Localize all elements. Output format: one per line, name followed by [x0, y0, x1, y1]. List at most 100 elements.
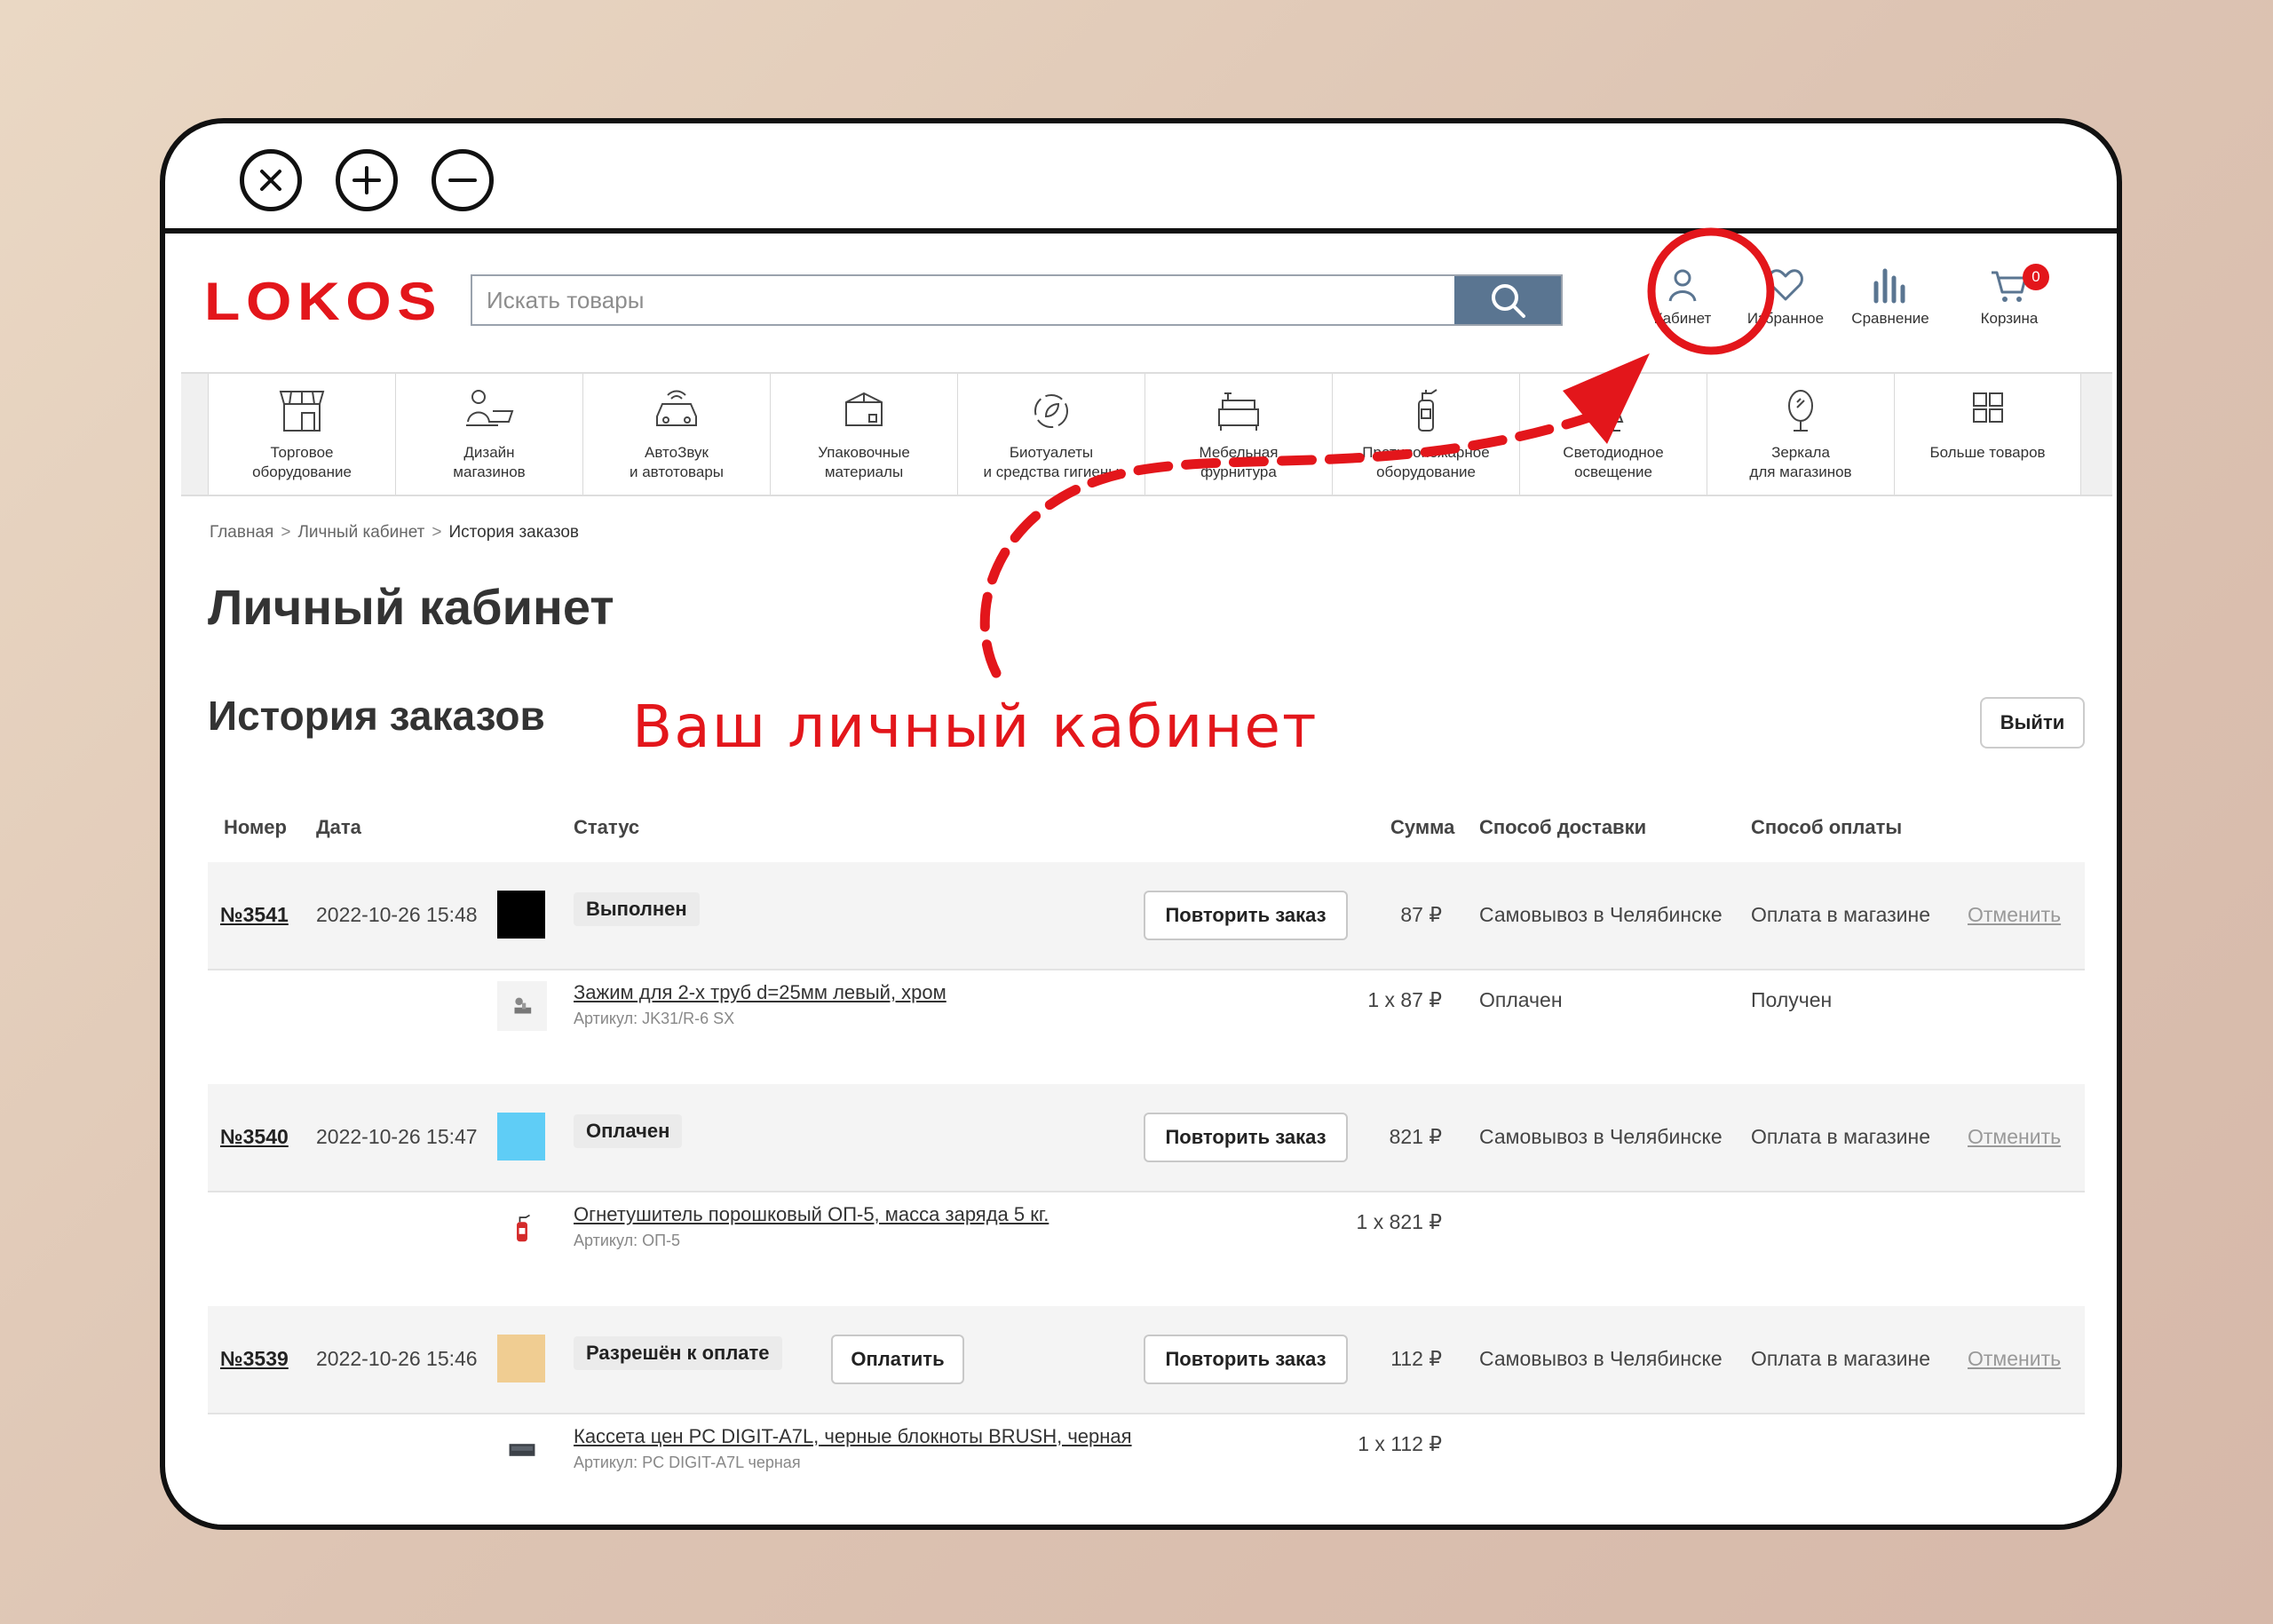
window-chrome — [165, 123, 2117, 234]
repeat-order-button[interactable]: Повторить заказ — [1144, 1335, 1348, 1384]
price-cassette-icon — [509, 1444, 535, 1456]
header-delivery: Способ доставки — [1479, 816, 1647, 838]
cart-link[interactable]: Корзина 0 — [1957, 264, 2062, 328]
category-label: Светодиодное — [1563, 444, 1664, 461]
category-label: Зеркала — [1771, 444, 1830, 461]
product-thumbnail[interactable] — [497, 1425, 547, 1475]
category-fire-safety[interactable]: Противопожарное оборудование — [1332, 374, 1519, 495]
order-date: 2022-10-26 15:46 — [316, 1347, 478, 1370]
item-delivery-status: Получен — [1751, 988, 1833, 1011]
category-shop-design[interactable]: Дизайн магазинов — [395, 374, 582, 495]
category-label: оборудование — [1376, 463, 1476, 480]
repeat-order-button[interactable]: Повторить заказ — [1144, 891, 1348, 940]
header-sum: Сумма — [1390, 816, 1455, 838]
browser-window: LOKOS Кабинет Избранное Сравнение Корзин… — [160, 118, 2122, 1530]
compare-label: Сравнение — [1851, 310, 1929, 327]
product-link[interactable]: Кассета цен PC DIGIT-A7L, черные блокнот… — [574, 1425, 1132, 1448]
category-label: оборудование — [252, 463, 352, 480]
search-input[interactable] — [472, 276, 1454, 324]
repeat-order-button[interactable]: Повторить заказ — [1144, 1113, 1348, 1162]
car-icon — [656, 390, 697, 426]
order-row: №3540 2022-10-26 15:47 Оплачен Повторить… — [208, 1084, 2085, 1192]
product-thumbnail[interactable] — [497, 1203, 547, 1253]
pay-button[interactable]: Оплатить — [831, 1335, 964, 1384]
search-button[interactable] — [1454, 276, 1561, 324]
product-link[interactable]: Зажим для 2-х труб d=25мм левый, хром — [574, 981, 946, 1004]
breadcrumb-separator: > — [432, 523, 442, 542]
minus-icon[interactable] — [432, 149, 494, 211]
order-delivery: Самовывоз в Челябинске — [1479, 1125, 1723, 1148]
product-link[interactable]: Огнетушитель порошковый ОП-5, масса заря… — [574, 1203, 1049, 1226]
cabinet-label: Кабинет — [1653, 310, 1712, 327]
favorites-label: Избранное — [1746, 310, 1825, 327]
order-item-row: Зажим для 2-х труб d=25мм левый, хром Ар… — [208, 972, 2085, 1086]
category-label: для магазинов — [1749, 463, 1852, 480]
eco-recycle-icon — [1034, 394, 1068, 428]
category-bio-toilets[interactable]: Биотуалеты и средства гигиены — [957, 374, 1144, 495]
fire-extinguisher-icon — [517, 1214, 530, 1242]
designer-icon — [466, 390, 514, 426]
category-label: АвтоЗвук — [645, 444, 709, 461]
heart-icon — [1768, 269, 1803, 301]
search-icon — [1492, 284, 1525, 318]
order-item-row: Огнетушитель порошковый ОП-5, масса заря… — [208, 1194, 2085, 1308]
cart-count-badge: 0 — [2023, 264, 2049, 290]
category-label: Мебельная — [1199, 444, 1279, 461]
close-icon[interactable] — [240, 149, 302, 211]
order-number-link[interactable]: №3541 — [220, 903, 289, 927]
svg-text:LOKOS: LOKOS — [204, 278, 442, 324]
order-row: №3541 2022-10-26 15:48 Выполнен Повторит… — [208, 862, 2085, 970]
category-label: Дизайн — [463, 444, 515, 461]
product-thumbnail[interactable] — [497, 981, 547, 1031]
cancel-order-link[interactable]: Отменить — [1968, 1347, 2061, 1371]
box-icon — [845, 392, 883, 426]
order-item-row: Кассета цен PC DIGIT-A7L, черные блокнот… — [208, 1416, 2085, 1525]
category-label: Упаковочные — [818, 444, 910, 461]
category-furniture[interactable]: Мебельная фурнитура — [1144, 374, 1332, 495]
logout-button[interactable]: Выйти — [1980, 697, 2085, 749]
category-retail-equipment[interactable]: Торговое оборудование — [208, 374, 395, 495]
header-number: Номер — [224, 816, 287, 838]
order-date: 2022-10-26 15:48 — [316, 903, 478, 926]
cancel-order-link[interactable]: Отменить — [1968, 1125, 2061, 1149]
web-page: LOKOS Кабинет Избранное Сравнение Корзин… — [165, 239, 2117, 1525]
sofa-icon — [1218, 392, 1259, 431]
cabinet-link[interactable]: Кабинет — [1630, 264, 1735, 328]
compare-link[interactable]: Сравнение — [1838, 264, 1943, 328]
item-qty-price: 1 x 87 ₽ — [1367, 988, 1442, 1011]
breadcrumb-home[interactable]: Главная — [210, 523, 273, 542]
category-label: фурнитура — [1200, 463, 1277, 480]
order-color-swatch — [497, 1113, 545, 1161]
category-label: Больше товаров — [1929, 444, 2046, 461]
breadcrumb-separator: > — [281, 523, 291, 542]
user-icon — [1668, 269, 1697, 302]
breadcrumb-cabinet[interactable]: Личный кабинет — [297, 523, 424, 542]
header-payment: Способ оплаты — [1751, 816, 1903, 838]
category-more-products[interactable]: Больше товаров — [1894, 374, 2081, 495]
category-label: и автотовары — [629, 463, 725, 480]
lokos-logo[interactable]: LOKOS — [204, 278, 444, 324]
category-led-lighting[interactable]: Светодиодное освещение — [1519, 374, 1707, 495]
breadcrumb: Главная > Личный кабинет > История заказов — [210, 523, 579, 543]
item-pay-status: Оплачен — [1479, 988, 1563, 1011]
category-packaging[interactable]: Упаковочные материалы — [770, 374, 957, 495]
grid-icon — [1972, 392, 2003, 423]
search-bar — [471, 274, 1563, 326]
order-number-link[interactable]: №3539 — [220, 1347, 289, 1371]
favorites-link[interactable]: Избранное — [1733, 264, 1838, 328]
annotation-text: Ваш личный кабинет — [632, 693, 1319, 761]
order-delivery: Самовывоз в Челябинске — [1479, 1347, 1723, 1370]
category-car-audio[interactable]: АвтоЗвук и автотовары — [582, 374, 770, 495]
category-label: и средства гигиены — [983, 463, 1120, 480]
category-mirrors[interactable]: Зеркала для магазинов — [1707, 374, 1894, 495]
order-number-link[interactable]: №3540 — [220, 1125, 289, 1149]
mirror-icon — [1788, 390, 1813, 432]
order-delivery: Самовывоз в Челябинске — [1479, 903, 1723, 926]
header-status: Статус — [574, 816, 640, 838]
order-color-swatch — [497, 1335, 545, 1382]
cancel-order-link[interactable]: Отменить — [1968, 903, 2061, 927]
plus-icon[interactable] — [336, 149, 398, 211]
order-payment: Оплата в магазине — [1751, 1347, 1931, 1370]
section-title: История заказов — [208, 693, 545, 739]
category-label: магазинов — [453, 463, 526, 480]
